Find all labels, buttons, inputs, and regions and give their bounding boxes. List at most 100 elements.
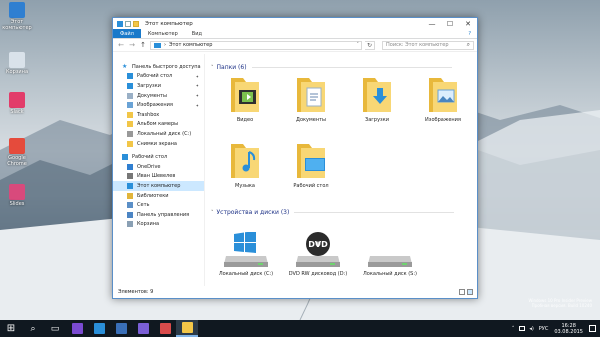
user-icon [127,173,133,180]
address-bar[interactable]: › Этот компьютер ˅ [150,40,362,50]
sidebar-item[interactable]: Локальный диск (C:) [113,129,204,139]
navigation-bar: ← → ↑ › Этот компьютер ˅ ↻ Поиск: Этот к… [113,39,477,52]
sidebar-tree-item[interactable]: Сеть [113,200,204,210]
navigation-pane: ★ Панель быстрого доступа Рабочий стол ✦ З… [113,54,205,286]
taskbar: ⊞ ⌕ ▭ ˄ ◂) РУС 16:28 03.08.2015 [0,320,600,337]
folder-label: Рабочий стол [293,183,329,189]
title-bar[interactable]: Этот компьютер — ☐ ✕ [113,18,477,29]
sidebar-item-label: Снимки экрана [137,140,177,147]
folders-header-label: Папки (6) [216,64,247,71]
sidebar-item[interactable]: Альбом камеры [113,120,204,130]
app-icon [71,323,83,334]
tab-view[interactable]: Вид [185,29,209,38]
app-icon [137,323,149,334]
windows-drive-icon [211,232,281,268]
taskbar-app-app-5[interactable] [154,320,176,337]
clock[interactable]: 16:28 03.08.2015 [554,323,583,335]
folder-label: Документы [296,117,326,123]
search-placeholder: Поиск: Этот компьютер [386,42,449,48]
address-dropdown-icon[interactable]: ˅ [357,42,362,48]
explorer-window: Этот компьютер — ☐ ✕ Файл Компьютер Вид … [112,17,478,299]
desktop-icon[interactable]: Google Chrome [2,138,32,167]
collapse-icon[interactable]: ˅ [211,65,214,71]
taskbar-app-app-4[interactable] [132,320,154,337]
desktop-icon[interactable]: Этот компьютер [2,2,32,31]
maximize-button[interactable]: ☐ [441,18,459,29]
app-icon [9,92,25,108]
sidebar-item-label: Панель управления [137,211,190,218]
details-view-icon[interactable] [459,289,465,295]
search-box[interactable]: Поиск: Этот компьютер ⌕ [382,40,474,50]
large-icons-view-icon[interactable] [467,289,473,295]
sidebar-item[interactable]: Изображения ✦ [113,100,204,110]
taskbar-app-explorer[interactable] [176,320,198,337]
sidebar-item[interactable]: Документы ✦ [113,91,204,101]
notifications-icon[interactable] [589,325,596,332]
sidebar-item[interactable]: Загрузки ✦ [113,81,204,91]
group-divider [251,67,452,68]
item-count: Элементов: 9 [118,289,154,295]
properties-icon[interactable] [125,20,131,27]
back-button[interactable]: ← [117,41,125,49]
close-button[interactable]: ✕ [459,18,477,29]
sidebar-tree-item[interactable]: Панель управления [113,210,204,220]
sidebar-item[interactable]: Снимки экрана [113,139,204,149]
taskbar-app-app-1[interactable] [66,320,88,337]
desktop-icon[interactable]: Slides [2,184,32,207]
drive-tile[interactable]: Локальный диск (C:) [211,232,281,277]
input-language[interactable]: РУС [539,326,549,332]
folder-tile[interactable]: Документы [281,74,341,123]
collapse-icon[interactable]: ˅ [211,210,214,216]
sidebar-item-label: Рабочий стол [132,154,168,161]
help-button[interactable]: ? [462,29,477,38]
folder-tile[interactable]: Загрузки [347,74,407,123]
refresh-button[interactable]: ↻ [365,40,375,50]
taskbar-app-app-3[interactable] [110,320,132,337]
folders-group-header[interactable]: ˅ Папки (6) [211,64,452,71]
sidebar-tree-item[interactable]: OneDrive [113,162,204,172]
taskbar-app-app-2[interactable] [88,320,110,337]
sidebar-item-label: Trashbox [137,111,160,118]
sidebar-tree-item[interactable]: Рабочий стол [113,152,204,162]
start-button[interactable]: ⊞ [0,320,22,337]
app-icon [9,184,25,200]
drive-tile[interactable]: Локальный диск (S:) [355,232,425,277]
task-view-button[interactable]: ▭ [44,320,66,337]
desktop-icon[interactable]: Корзина [2,52,32,75]
volume-icon[interactable]: ◂) [529,326,533,332]
drive-label: Локальный диск (S:) [363,271,417,277]
devices-header-label: Устройства и диски (3) [216,209,290,216]
devices-group-header[interactable]: ˅ Устройства и диски (3) [211,209,455,216]
tab-file[interactable]: Файл [113,29,141,38]
drive-tile[interactable]: DVD DVD RW дисковод (D:) [283,232,353,277]
app-icon [9,138,25,154]
folder-tile[interactable]: Видео [215,74,275,123]
sidebar-tree-item[interactable]: Этот компьютер [113,181,204,191]
video-folder-icon [215,74,275,114]
search-button[interactable]: ⌕ [22,320,44,337]
tray-overflow-icon[interactable]: ˄ [512,326,515,332]
sidebar-item[interactable]: Trashbox [113,110,204,120]
sidebar-tree-item[interactable]: Библиотеки [113,191,204,201]
dvd-drive-icon: DVD [283,232,353,268]
sidebar-item-label: Иван Шевелев [137,173,176,180]
network-icon[interactable] [519,326,526,331]
sidebar-tree-item[interactable]: Корзина [113,220,204,230]
new-folder-icon[interactable] [133,20,139,27]
tab-computer[interactable]: Компьютер [141,29,185,38]
up-button[interactable]: ↑ [139,41,147,49]
desktop-icon[interactable]: Slack [2,92,32,115]
sidebar-item[interactable]: Рабочий стол ✦ [113,72,204,82]
folder-tile[interactable]: Музыка [215,140,275,189]
desktop-icon-label: Этот компьютер [2,19,32,31]
forward-button[interactable]: → [128,41,136,49]
downloads-folder-icon [347,74,407,114]
minimize-button[interactable]: — [423,18,441,29]
libraries-icon [127,192,133,199]
folder-tile[interactable]: Рабочий стол [281,140,341,189]
folder-tile[interactable]: Изображения [413,74,473,123]
sidebar-tree-item[interactable]: Иван Шевелев [113,172,204,182]
nav-quick-access[interactable]: ★ Панель быстрого доступа [113,62,204,72]
pin-icon: ✦ [195,73,199,79]
folder-label: Музыка [235,183,255,189]
